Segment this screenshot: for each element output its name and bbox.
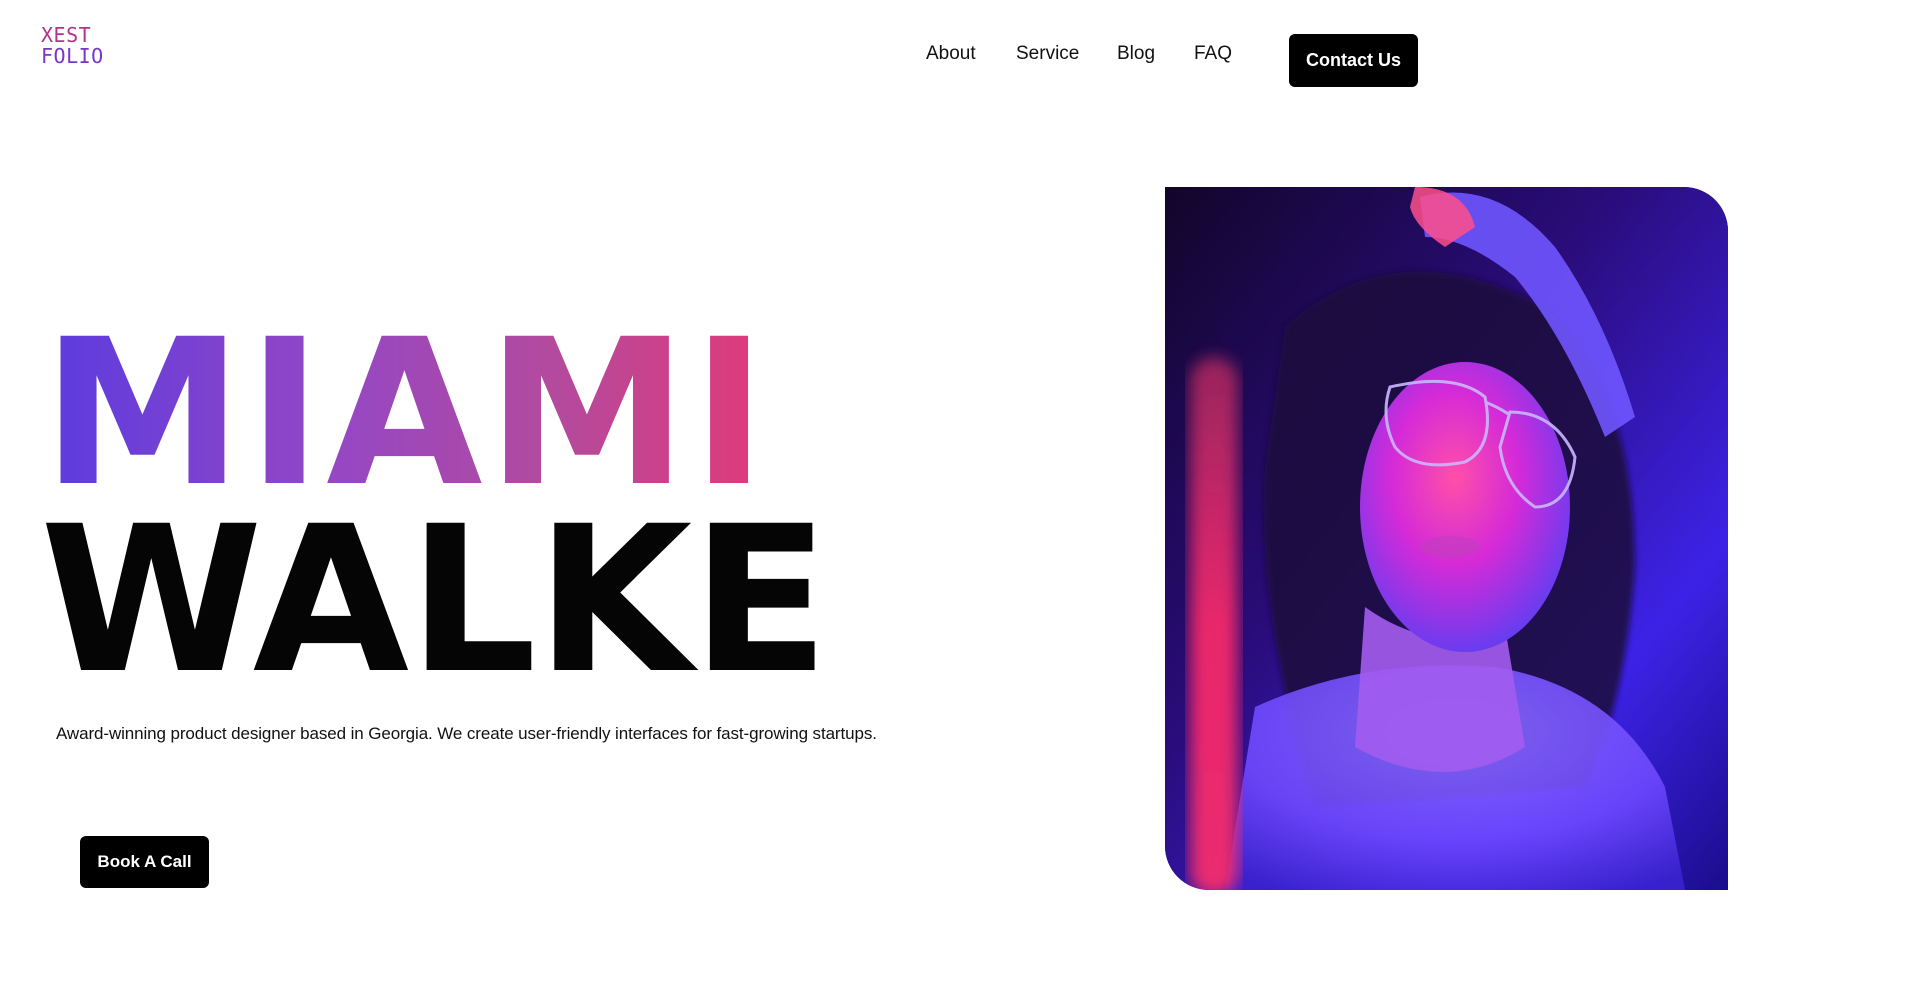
nav-link-blog[interactable]: Blog xyxy=(1117,43,1155,65)
hero-last-name: WALKE xyxy=(40,482,829,718)
nav-link-service[interactable]: Service xyxy=(1016,43,1079,65)
nav-link-faq[interactable]: FAQ xyxy=(1194,43,1232,65)
nav-link-about[interactable]: About xyxy=(926,43,976,65)
hero-portrait-image xyxy=(1165,187,1728,890)
book-a-call-button[interactable]: Book A Call xyxy=(80,836,209,888)
hero-first-name: MIAMI xyxy=(42,295,771,531)
contact-us-button[interactable]: Contact Us xyxy=(1289,34,1418,87)
hero-description: Award-winning product designer based in … xyxy=(56,724,877,743)
page: XEST FOLIO About Service Blog FAQ Contac… xyxy=(0,0,1920,1000)
portrait-illustration xyxy=(1165,187,1728,890)
main-nav: About Service Blog FAQ xyxy=(0,43,1920,65)
